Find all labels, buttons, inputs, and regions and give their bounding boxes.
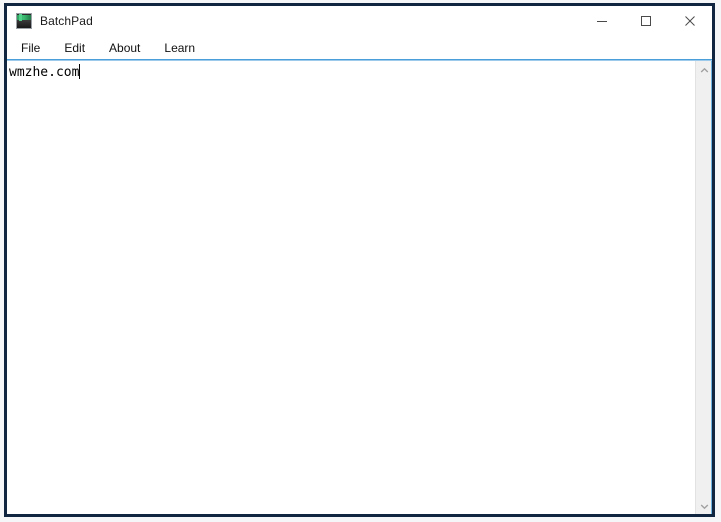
scrollbar-down-button[interactable] [695, 497, 712, 515]
minimize-icon [596, 15, 608, 27]
minimize-button[interactable] [580, 6, 624, 36]
scrollbar-up-button[interactable] [695, 61, 712, 79]
close-icon [684, 15, 696, 27]
menu-item-about[interactable]: About [109, 41, 140, 55]
close-button[interactable] [668, 6, 712, 36]
window-inner-frame: BatchPad File Edit About Learn wmzhe.com [7, 6, 712, 514]
maximize-button[interactable] [624, 6, 668, 36]
window-title: BatchPad [40, 14, 93, 28]
title-bar[interactable]: BatchPad [7, 6, 712, 36]
screen: BatchPad File Edit About Learn wmzhe.com [0, 0, 721, 522]
menu-item-file[interactable]: File [21, 41, 40, 55]
application-window: BatchPad File Edit About Learn wmzhe.com [4, 3, 715, 517]
editor-text: wmzhe.com [9, 65, 80, 80]
vertical-scrollbar[interactable] [695, 61, 712, 514]
app-icon-accent [19, 14, 22, 21]
text-caret [79, 64, 81, 79]
menu-bar: File Edit About Learn [7, 36, 712, 60]
scrollbar-track[interactable] [695, 78, 712, 497]
editor-area: wmzhe.com [7, 60, 712, 514]
window-controls [580, 6, 712, 36]
chevron-up-icon [700, 61, 709, 79]
chevron-down-icon [700, 497, 709, 515]
app-icon-body [17, 20, 31, 28]
app-icon [16, 13, 32, 29]
text-editor[interactable]: wmzhe.com [7, 61, 695, 514]
menu-item-edit[interactable]: Edit [64, 41, 85, 55]
maximize-icon [640, 15, 652, 27]
menu-item-learn[interactable]: Learn [164, 41, 195, 55]
